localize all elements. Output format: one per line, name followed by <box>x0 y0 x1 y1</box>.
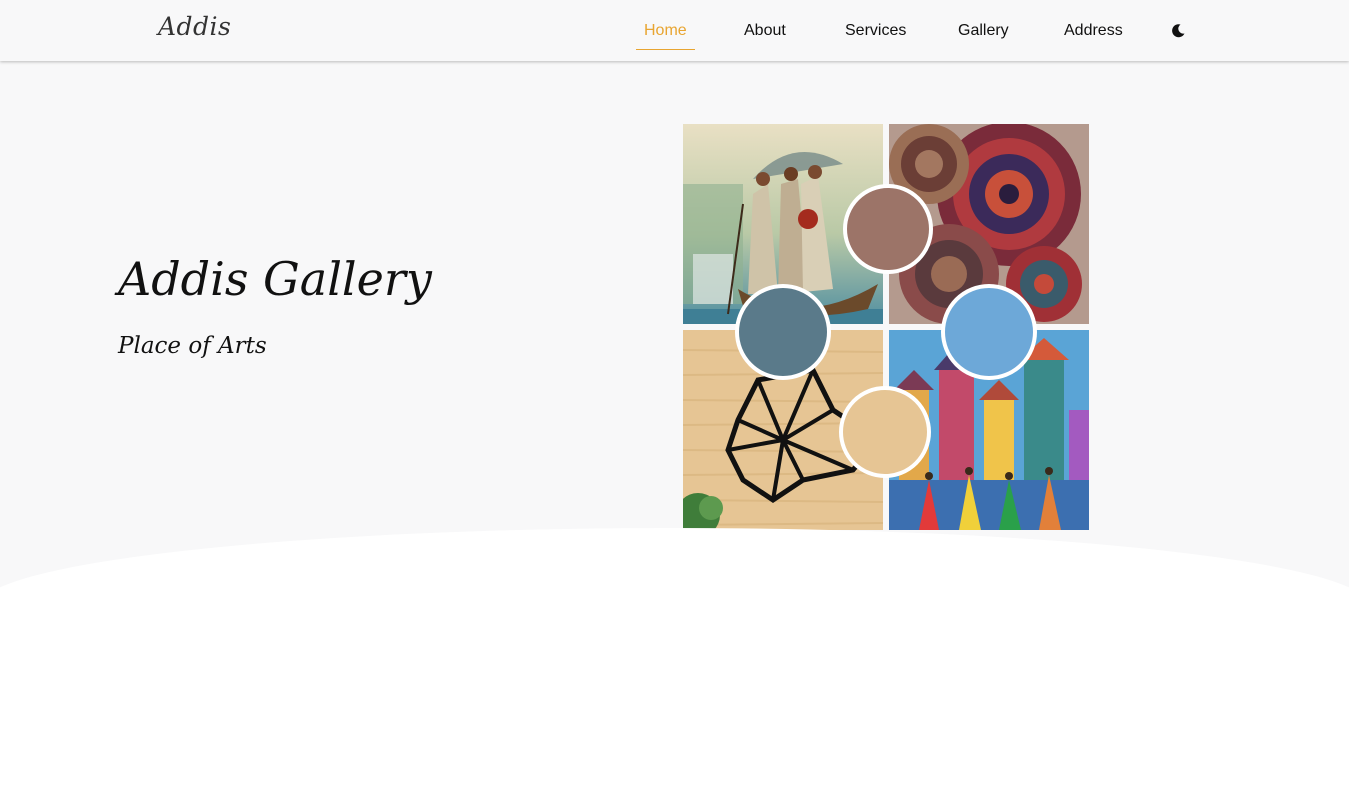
nav-links: Home About Services Gallery Address <box>0 0 1349 61</box>
hero-subtitle: Place of Arts <box>118 333 267 359</box>
art-collage <box>683 124 1089 530</box>
bottom-wave-divider <box>0 528 1349 788</box>
puzzle-knob <box>735 284 831 380</box>
nav-link-address[interactable]: Address <box>1064 22 1123 40</box>
nav-link-services[interactable]: Services <box>845 22 906 40</box>
nav-active-underline <box>636 49 695 50</box>
puzzle-knob <box>839 386 931 478</box>
nav-link-about[interactable]: About <box>744 22 786 40</box>
puzzle-knob <box>941 284 1037 380</box>
puzzle-knob <box>843 184 933 274</box>
navbar: Addis Home About Services Gallery Addres… <box>0 0 1349 61</box>
moon-icon[interactable] <box>1170 23 1186 39</box>
nav-link-home[interactable]: Home <box>644 22 687 40</box>
nav-link-gallery[interactable]: Gallery <box>958 22 1009 40</box>
hero-title: Addis Gallery <box>118 252 432 306</box>
